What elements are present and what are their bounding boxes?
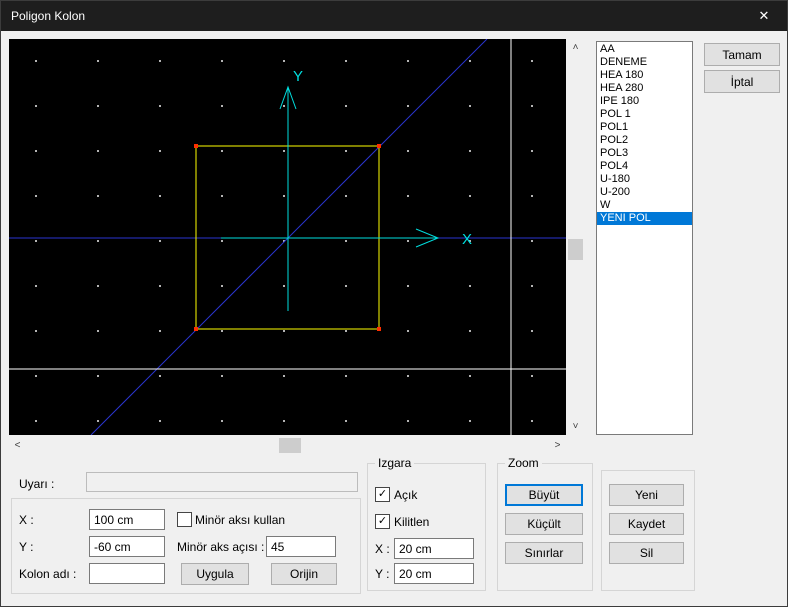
section-listbox[interactable]: AADENEMEHEA 180HEA 280IPE 180POL 1POL1PO… xyxy=(596,41,693,435)
list-item[interactable]: HEA 280 xyxy=(597,82,692,95)
list-item[interactable]: POL3 xyxy=(597,147,692,160)
window-title: Poligon Kolon xyxy=(11,9,85,23)
grid-open-checkbox[interactable] xyxy=(375,487,390,502)
list-item[interactable]: AA xyxy=(597,43,692,56)
grid-lock-label: Kilitlen xyxy=(394,515,429,529)
minor-axis-label: Minör aksı kullan xyxy=(195,513,285,527)
vertical-scroll-thumb[interactable] xyxy=(568,239,583,260)
delete-button[interactable]: Sil xyxy=(609,542,684,564)
grid-lock-checkbox[interactable] xyxy=(375,514,390,529)
minor-angle-input[interactable] xyxy=(266,536,336,557)
list-item[interactable]: W xyxy=(597,199,692,212)
origin-button[interactable]: Orijin xyxy=(271,563,337,585)
y-label: Y : xyxy=(19,540,33,554)
warning-label: Uyarı : xyxy=(19,477,54,491)
horizontal-scroll-thumb[interactable] xyxy=(279,438,301,453)
grid-open-label: Açık xyxy=(394,488,417,502)
list-item[interactable]: DENEME xyxy=(597,56,692,69)
grid-x-input[interactable] xyxy=(394,538,474,559)
y-axis-label: Y xyxy=(293,68,303,85)
column-name-label: Kolon adı : xyxy=(19,567,76,581)
list-item[interactable]: U-180 xyxy=(597,173,692,186)
apply-button[interactable]: Uygula xyxy=(181,563,249,585)
zoom-group-title: Zoom xyxy=(505,456,542,470)
list-item[interactable]: POL2 xyxy=(597,134,692,147)
column-name-input[interactable] xyxy=(89,563,165,584)
grid-y-input[interactable] xyxy=(394,563,474,584)
list-item[interactable]: U-200 xyxy=(597,186,692,199)
x-label: X : xyxy=(19,513,34,527)
close-button[interactable]: ✕ xyxy=(741,1,787,31)
close-icon: ✕ xyxy=(759,8,770,24)
list-item[interactable]: YENI POL xyxy=(597,212,692,225)
x-axis-label: X xyxy=(462,231,472,248)
x-input[interactable] xyxy=(89,509,165,530)
canvas-svg: Y X xyxy=(9,39,566,435)
list-item[interactable]: POL4 xyxy=(597,160,692,173)
grid-x-label: X : xyxy=(375,542,390,556)
polygon-column-dialog: Poligon Kolon ✕ xyxy=(0,0,788,607)
minor-angle-label: Minör aks açısı : xyxy=(177,540,264,554)
grid-group-title: Izgara xyxy=(375,456,414,470)
minor-axis-checkbox[interactable] xyxy=(177,512,192,527)
titlebar: Poligon Kolon ✕ xyxy=(1,1,787,31)
scroll-down-icon[interactable]: ˅ xyxy=(567,418,584,435)
scroll-up-icon[interactable]: ˄ xyxy=(567,39,584,56)
vertical-scrollbar[interactable]: ˄ ˅ xyxy=(567,39,584,435)
horizontal-scrollbar[interactable]: < > xyxy=(9,437,566,454)
save-button[interactable]: Kaydet xyxy=(609,513,684,535)
scroll-right-icon[interactable]: > xyxy=(549,437,566,454)
list-item[interactable]: HEA 180 xyxy=(597,69,692,82)
scroll-left-icon[interactable]: < xyxy=(9,437,26,454)
drawing-canvas[interactable]: Y X xyxy=(9,39,566,435)
new-button[interactable]: Yeni xyxy=(609,484,684,506)
list-item[interactable]: POL 1 xyxy=(597,108,692,121)
ok-button[interactable]: Tamam xyxy=(704,43,780,66)
cancel-button[interactable]: İptal xyxy=(704,70,780,93)
y-input[interactable] xyxy=(89,536,165,557)
list-item[interactable]: POL1 xyxy=(597,121,692,134)
zoom-extents-button[interactable]: Sınırlar xyxy=(505,542,583,564)
grid-y-label: Y : xyxy=(375,567,389,581)
warning-field xyxy=(86,472,358,492)
zoom-out-button[interactable]: Küçült xyxy=(505,513,583,535)
list-item[interactable]: IPE 180 xyxy=(597,95,692,108)
zoom-in-button[interactable]: Büyüt xyxy=(505,484,583,506)
